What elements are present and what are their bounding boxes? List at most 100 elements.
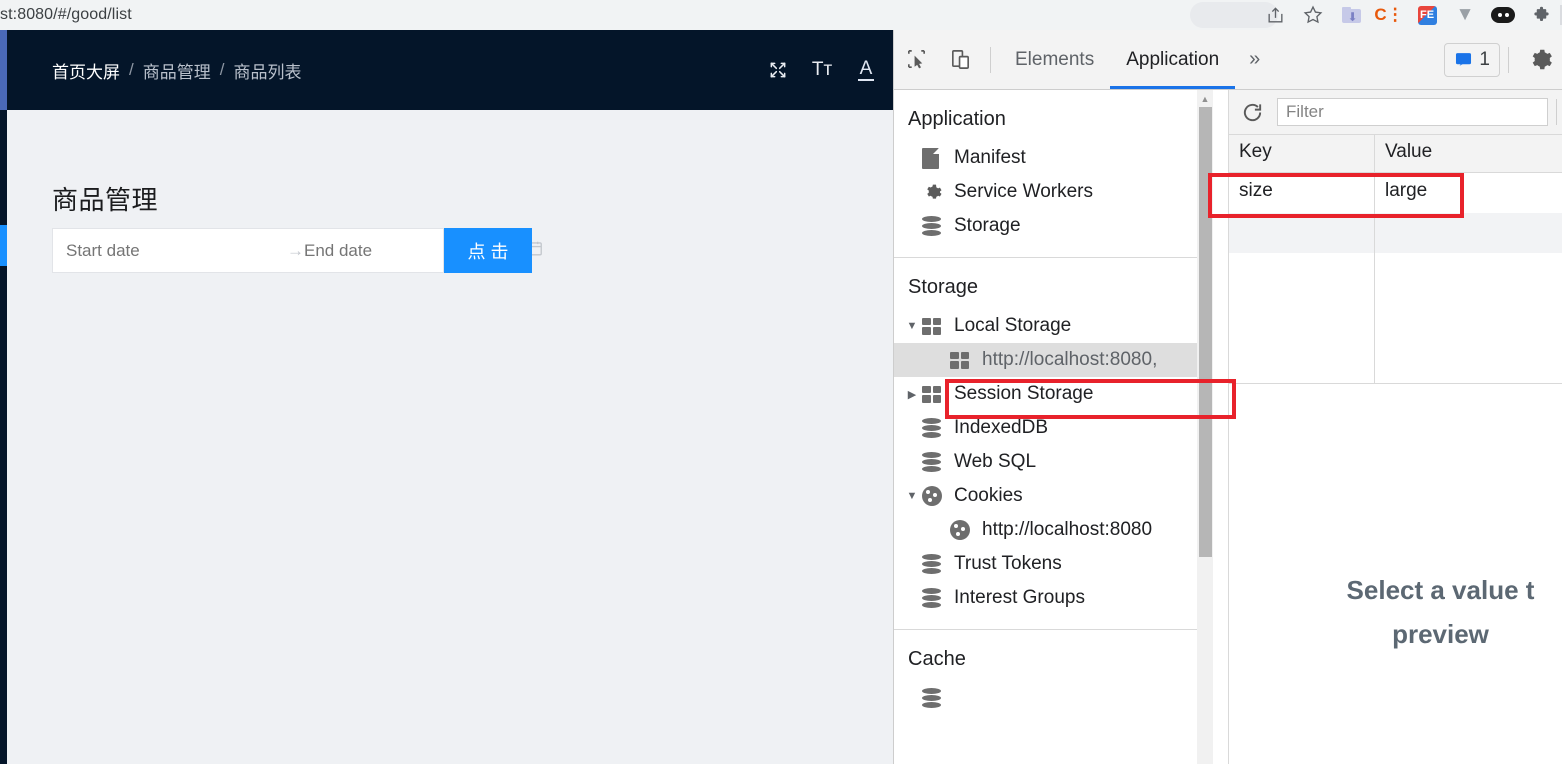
tree-item-manifest[interactable]: ▸ Manifest xyxy=(894,141,1213,175)
twisty-collapsed-icon[interactable]: ▶ xyxy=(902,388,922,401)
twisty-icon: ▸ xyxy=(902,152,922,165)
tree-section-header: Storage xyxy=(908,276,979,298)
column-header-value[interactable]: Value xyxy=(1375,135,1562,172)
devtools-sidebar-tree: Application ▸ Manifest ▸ Service Workers… xyxy=(894,90,1213,764)
tree-item-trust-tokens[interactable]: ▸ Trust Tokens xyxy=(894,547,1213,581)
start-date-input[interactable] xyxy=(66,240,287,261)
date-range-picker[interactable]: → xyxy=(52,228,542,273)
address-bar-url[interactable]: st:8080/#/good/list xyxy=(0,0,132,30)
cookie-icon xyxy=(950,520,976,540)
inspect-element-icon[interactable] xyxy=(894,38,938,82)
scrollbar-up-arrow-icon[interactable]: ▲ xyxy=(1197,90,1213,107)
tree-section-header: Application xyxy=(908,108,1006,130)
tree-scrollbar[interactable]: ▲ xyxy=(1197,90,1213,764)
twisty-icon: ▸ xyxy=(902,592,922,605)
storage-table-header: Key Value xyxy=(1229,135,1562,173)
tree-item-cookies[interactable]: ▼ Cookies xyxy=(894,479,1213,513)
tree-section-application: Application ▸ Manifest ▸ Service Workers… xyxy=(894,90,1213,257)
tree-item-indexeddb[interactable]: ▸ IndexedDB xyxy=(894,411,1213,445)
puzzle-extensions-icon[interactable] xyxy=(1522,1,1560,29)
tab-application[interactable]: Application xyxy=(1110,31,1236,89)
tree-item-label: Session Storage xyxy=(954,383,1094,404)
twisty-icon: ▸ xyxy=(902,186,922,199)
devtools-toolbar: Elements Application » 1 xyxy=(894,30,1562,90)
tree-item-localhost-local-storage[interactable]: http://localhost:8080, xyxy=(894,343,1213,377)
table-row-empty[interactable] xyxy=(1229,213,1562,253)
c-colon-extension-icon[interactable]: C⋮ xyxy=(1370,1,1408,29)
app-header: 首页大屏 / 商品管理 / 商品列表 Tт A xyxy=(7,30,893,110)
bookmark-star-icon[interactable] xyxy=(1294,1,1332,29)
breadcrumb-separator: / xyxy=(129,60,134,79)
refresh-icon[interactable] xyxy=(1235,95,1269,129)
preview-placeholder-line1: Select a value t xyxy=(1346,575,1535,605)
breadcrumb-separator: / xyxy=(219,60,225,79)
oval-extension-icon[interactable] xyxy=(1484,1,1522,29)
sidebar-active-item-indicator[interactable] xyxy=(0,225,7,266)
twisty-icon: ▸ xyxy=(902,422,922,435)
browser-extension-icons: ⬇ C⋮ FE ▼ xyxy=(1256,0,1562,30)
submit-button[interactable]: 点击 xyxy=(444,228,532,273)
cell-key-empty[interactable] xyxy=(1229,213,1375,253)
preview-placeholder-line2: preview xyxy=(1392,619,1489,649)
message-badge[interactable]: 1 xyxy=(1444,42,1500,77)
table-empty-key-column xyxy=(1229,253,1375,383)
column-header-key[interactable]: Key xyxy=(1229,135,1375,172)
breadcrumb-item-product-management[interactable]: 商品管理 xyxy=(143,58,211,83)
tree-item-label: Service Workers xyxy=(954,181,1094,202)
table-row[interactable]: size large xyxy=(1229,173,1562,213)
oval-glyph xyxy=(1491,7,1515,23)
device-toolbar-icon[interactable] xyxy=(938,38,982,82)
tree-item-web-sql[interactable]: ▸ Web SQL xyxy=(894,445,1213,479)
scrollbar-thumb[interactable] xyxy=(1199,107,1212,557)
twisty-icon: ▸ xyxy=(902,692,922,705)
tree-item-storage[interactable]: ▸ Storage xyxy=(894,209,1213,243)
database-icon xyxy=(922,451,948,473)
preview-placeholder: Select a value t preview xyxy=(1317,568,1562,656)
toolbar-divider xyxy=(990,46,991,73)
document-icon xyxy=(922,147,948,169)
database-icon xyxy=(922,587,948,609)
theme-color-icon[interactable]: A xyxy=(851,55,881,85)
grid-icon xyxy=(950,351,976,369)
storage-table-toolbar xyxy=(1229,90,1562,135)
tab-elements[interactable]: Elements xyxy=(999,31,1110,89)
grid-icon xyxy=(922,385,948,403)
font-size-icon[interactable]: Tт xyxy=(807,55,837,85)
vue-devtools-icon[interactable]: ▼ xyxy=(1446,1,1484,29)
twisty-expanded-icon[interactable]: ▼ xyxy=(902,320,922,332)
tree-item-session-storage[interactable]: ▶ Session Storage xyxy=(894,377,1213,411)
tree-section-header: Cache xyxy=(908,648,966,670)
download-folder-icon[interactable]: ⬇ xyxy=(1332,1,1370,29)
cell-key[interactable]: size xyxy=(1229,173,1375,213)
tree-item-cache-storage[interactable]: ▸ xyxy=(894,681,1213,715)
twisty-icon: ▸ xyxy=(902,220,922,233)
tree-item-interest-groups[interactable]: ▸ Interest Groups xyxy=(894,581,1213,615)
fe-glyph: FE xyxy=(1417,5,1437,25)
tree-item-label: Trust Tokens xyxy=(954,553,1062,574)
font-size-glyph: Tт xyxy=(811,59,833,80)
fullscreen-icon[interactable] xyxy=(763,55,793,85)
twisty-expanded-icon[interactable]: ▼ xyxy=(902,490,922,502)
fe-extension-icon[interactable]: FE xyxy=(1408,1,1446,29)
gear-icon[interactable] xyxy=(1517,47,1562,72)
breadcrumb-item-home[interactable]: 首页大屏 xyxy=(52,58,120,83)
cell-value[interactable]: large xyxy=(1375,173,1562,213)
tree-item-label: Web SQL xyxy=(954,451,1037,472)
tree-item-label: http://localhost:8080 xyxy=(982,519,1153,540)
twisty-icon: ▸ xyxy=(902,558,922,571)
page-title: 商品管理 xyxy=(52,185,159,215)
breadcrumb-item-product-list[interactable]: 商品列表 xyxy=(233,58,301,83)
tree-item-localhost-cookies[interactable]: http://localhost:8080 xyxy=(894,513,1213,547)
filter-input[interactable] xyxy=(1277,98,1548,126)
share-icon[interactable] xyxy=(1256,1,1294,29)
cell-value-empty[interactable] xyxy=(1375,213,1562,253)
c-colon-glyph: C⋮ xyxy=(1374,5,1404,24)
app-sidebar-rail xyxy=(0,30,7,764)
vue-glyph: ▼ xyxy=(1455,4,1475,25)
tree-item-service-workers[interactable]: ▸ Service Workers xyxy=(894,175,1213,209)
table-bottom-divider xyxy=(1229,383,1562,384)
more-tabs-icon[interactable]: » xyxy=(1235,48,1274,71)
tree-section-storage: Storage ▼ Local Storage http://localhost… xyxy=(894,257,1213,629)
tree-item-local-storage[interactable]: ▼ Local Storage xyxy=(894,309,1213,343)
database-icon xyxy=(922,215,948,237)
